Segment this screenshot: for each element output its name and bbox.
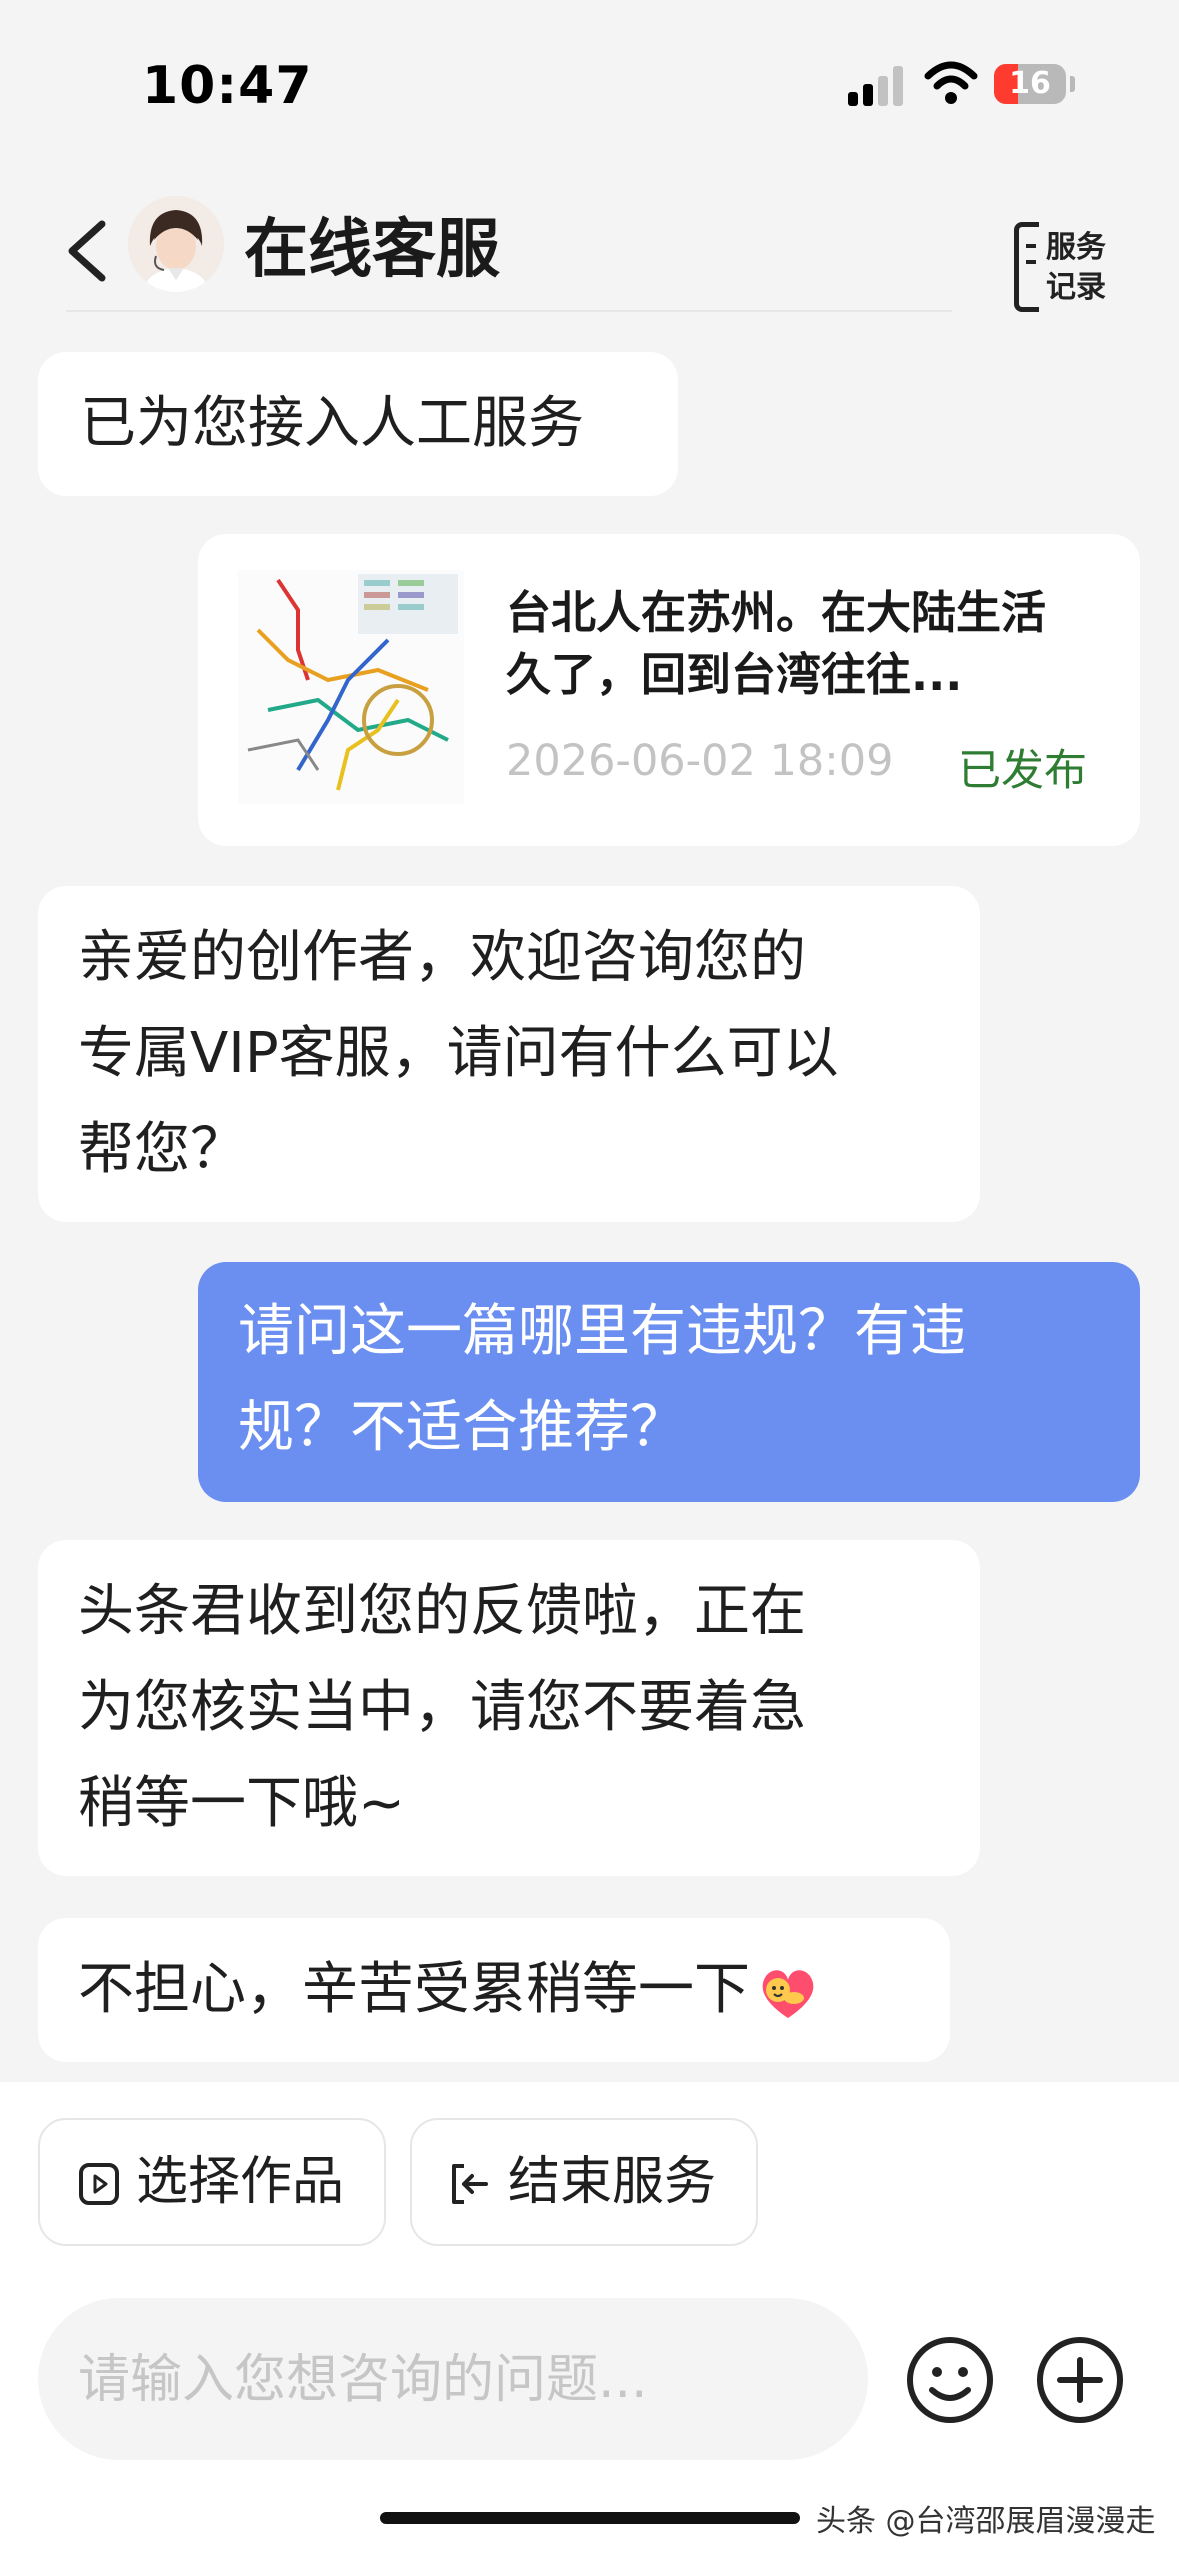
- emoji-icon[interactable]: [904, 2334, 996, 2426]
- article-date: 2026-06-02 18:09: [506, 736, 894, 786]
- back-arrow-icon[interactable]: [58, 216, 118, 286]
- exit-icon: [452, 2164, 488, 2204]
- watermark: 头条 @台湾邵展眉漫漫走: [816, 2504, 1156, 2539]
- end-service-label: 结束服务: [508, 2152, 717, 2212]
- battery-icon: 16: [994, 64, 1066, 104]
- user-question-line: 请问这一篇哪里有违规？有违: [238, 1299, 966, 1364]
- system-message-text: 已为您接入人工服务: [80, 391, 584, 456]
- agent-welcome-message: 亲爱的创作者，欢迎咨询您的 专属VIP客服，请问有什么可以 帮您？: [38, 886, 980, 1222]
- battery-cap: [1070, 76, 1075, 92]
- agent-reply-line: 为您核实当中，请您不要着急: [78, 1675, 806, 1740]
- user-question-message: 请问这一篇哪里有违规？有违 规？不适合推荐？: [198, 1262, 1140, 1502]
- battery-level: 16: [1009, 66, 1051, 101]
- agent-welcome-line: 专属VIP客服，请问有什么可以: [78, 1021, 839, 1086]
- page-title: 在线客服: [244, 213, 500, 287]
- system-message: 已为您接入人工服务: [38, 352, 678, 496]
- message-input-container: [38, 2298, 868, 2462]
- agent-reply-line: 稍等一下哦~: [78, 1771, 405, 1836]
- article-title: 台北人在苏州。在大陆生活久了，回到台湾往往...: [506, 586, 1047, 701]
- agent-welcome-line: 帮您？: [78, 1117, 246, 1182]
- document-icon: [79, 2163, 119, 2205]
- user-reply-message: 不担心，辛苦受累稍等一下: [38, 1918, 950, 2062]
- agent-reply-line: 头条君收到您的反馈啦，正在: [78, 1579, 806, 1644]
- end-service-button[interactable]: 结束服务: [410, 2118, 758, 2246]
- article-card[interactable]: 台北人在苏州。在大陆生活久了，回到台湾往往... 2026-06-02 18:0…: [198, 534, 1140, 846]
- plus-icon[interactable]: [1034, 2334, 1126, 2426]
- select-work-label: 选择作品: [136, 2152, 345, 2212]
- cellular-signal-icon: [848, 66, 904, 106]
- service-record-button[interactable]: 服务 记录: [1014, 220, 1116, 312]
- wifi-icon: [924, 61, 978, 104]
- header-divider: [66, 310, 952, 312]
- select-work-button[interactable]: 选择作品: [38, 2118, 386, 2246]
- agent-welcome-line: 亲爱的创作者，欢迎咨询您的: [78, 925, 806, 990]
- user-reply-text: 不担心，辛苦受累稍等一下: [78, 1957, 750, 2022]
- agent-portrait-icon: [128, 196, 224, 292]
- agent-reply-message: 头条君收到您的反馈啦，正在 为您核实当中，请您不要着急 稍等一下哦~: [38, 1540, 980, 1876]
- status-time: 10:47: [142, 56, 313, 116]
- message-input[interactable]: [76, 2298, 840, 2462]
- service-record-icon: [1014, 222, 1039, 312]
- hug-heart-emoji-icon: [762, 1970, 814, 2018]
- metro-map-thumbnail: [238, 570, 464, 804]
- agent-avatar: [128, 196, 224, 292]
- article-status-badge: 已发布: [958, 746, 1087, 796]
- service-record-label-2: 记录: [1046, 270, 1106, 305]
- service-record-label-1: 服务: [1046, 230, 1106, 265]
- user-question-line: 规？不适合推荐？: [238, 1395, 686, 1460]
- home-indicator: [380, 2512, 800, 2524]
